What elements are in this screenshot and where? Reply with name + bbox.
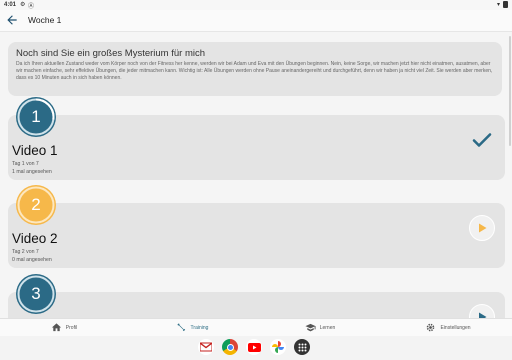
- photos-icon[interactable]: [270, 339, 286, 355]
- video-number-badge: 1: [16, 97, 56, 137]
- nav-label: Einstellungen: [440, 324, 471, 331]
- play-icon[interactable]: [469, 215, 495, 241]
- nav-label: Training: [190, 324, 209, 331]
- system-taskbar: [0, 336, 512, 360]
- arrow-left-icon[interactable]: [5, 13, 19, 27]
- progress-ring: [17, 98, 55, 136]
- nav-lernen[interactable]: Lernen: [256, 319, 384, 336]
- chrome-icon[interactable]: [222, 339, 238, 355]
- wifi-icon: ▾: [496, 2, 500, 8]
- video-card-2[interactable]: 2 Video 2 Tag 2 von 7 0 mal angesehen: [8, 185, 505, 268]
- video-views: 0 mal angesehen: [12, 257, 52, 263]
- scrollbar[interactable]: [509, 36, 511, 146]
- video-day: Tag 2 von 7: [12, 249, 39, 255]
- intro-text: Da ich Ihren aktuellen Zustand weder vom…: [16, 61, 493, 81]
- gear-icon: [427, 323, 435, 332]
- video-card-1[interactable]: 1 Video 1 Tag 1 von 7 1 mal angesehen: [8, 97, 505, 180]
- home-icon: [51, 323, 61, 332]
- video-card-3[interactable]: 3: [8, 274, 505, 319]
- app-drawer-icon[interactable]: [294, 339, 310, 355]
- nav-label: Lernen: [319, 324, 336, 331]
- gmail-icon[interactable]: [198, 339, 214, 355]
- intro-heading: Noch sind Sie ein großes Mysterium für m…: [16, 48, 206, 59]
- video-number-badge: 3: [16, 274, 56, 314]
- video-views: 1 mal angesehen: [12, 169, 52, 175]
- page-title: Woche 1: [28, 15, 62, 25]
- gear-icon: ⚙: [20, 2, 26, 8]
- battery-icon: [503, 1, 508, 8]
- intro-card: Noch sind Sie ein großes Mysterium für m…: [8, 42, 502, 96]
- video-day: Tag 1 von 7: [12, 161, 39, 167]
- nav-einstellungen[interactable]: Einstellungen: [384, 319, 512, 336]
- app-bar: Woche 1: [0, 10, 512, 32]
- play-icon[interactable]: [469, 304, 495, 319]
- video-title: Video 1: [12, 143, 58, 158]
- progress-ring: [17, 186, 55, 224]
- video-title: Video 2: [12, 231, 58, 246]
- nav-profil[interactable]: Profil: [0, 319, 128, 336]
- bottom-navigation: Profil Training Lernen Einstellungen: [0, 318, 512, 336]
- graduation-cap-icon: [305, 323, 316, 332]
- youtube-icon[interactable]: [246, 339, 262, 355]
- nav-training[interactable]: Training: [128, 319, 256, 336]
- week-content[interactable]: Noch sind Sie ein großes Mysterium für m…: [0, 33, 512, 319]
- nav-label: Profil: [65, 324, 78, 331]
- circle-a-icon: Ⓐ: [28, 4, 35, 10]
- progress-ring: [17, 275, 55, 313]
- check-icon[interactable]: [469, 127, 495, 153]
- status-bar: 4:01 ⚙ Ⓐ ▾: [0, 0, 512, 10]
- video-number-badge: 2: [16, 185, 56, 225]
- status-time: 4:01: [4, 2, 17, 8]
- dumbbell-icon: [176, 323, 185, 332]
